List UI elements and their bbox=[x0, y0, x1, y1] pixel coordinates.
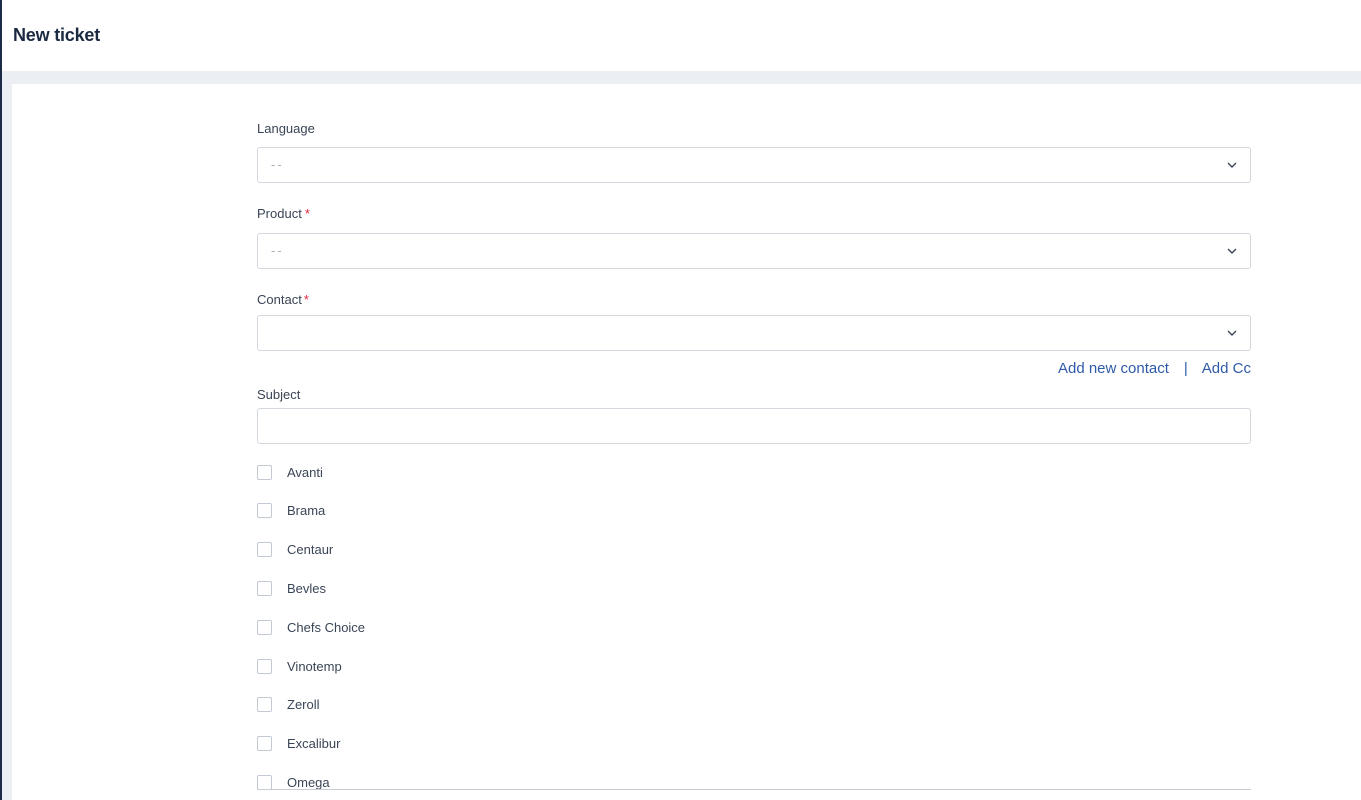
contact-select[interactable] bbox=[257, 315, 1251, 351]
brand-checkbox-row[interactable]: Excalibur bbox=[257, 734, 340, 754]
app-window: New ticket Language -- Product * -- Cont… bbox=[0, 0, 1361, 800]
checkbox[interactable] bbox=[257, 619, 272, 635]
checkbox-label: Excalibur bbox=[287, 736, 341, 752]
brand-checkbox-row[interactable]: Zeroll bbox=[257, 695, 320, 715]
product-select[interactable]: -- bbox=[257, 233, 1251, 269]
checkbox[interactable] bbox=[257, 736, 272, 752]
checkbox-label: Vinotemp bbox=[287, 658, 342, 674]
subject-label-text: Subject bbox=[257, 387, 301, 402]
checkbox-label: Brama bbox=[287, 503, 326, 519]
product-label-text: Product bbox=[257, 206, 302, 221]
brand-checkbox-row[interactable]: Centaur bbox=[257, 540, 333, 560]
add-cc-link[interactable]: Add Cc bbox=[1202, 360, 1251, 377]
required-mark: * bbox=[304, 206, 310, 221]
checkbox-label: Centaur bbox=[287, 542, 334, 558]
subject-label: Subject bbox=[257, 387, 300, 402]
checkbox[interactable] bbox=[257, 580, 272, 596]
language-select-value: -- bbox=[271, 157, 284, 172]
checkbox-label: Bevles bbox=[287, 580, 327, 596]
checkbox-label: Avanti bbox=[287, 464, 323, 480]
language-label-text: Language bbox=[257, 121, 315, 136]
brand-checkbox-row[interactable]: Vinotemp bbox=[257, 656, 342, 676]
checkbox[interactable] bbox=[257, 658, 272, 674]
checkbox[interactable] bbox=[257, 503, 272, 519]
brand-checkbox-row[interactable]: Chefs Choice bbox=[257, 617, 365, 637]
contact-label: Contact * bbox=[257, 292, 309, 307]
checkbox[interactable] bbox=[257, 697, 272, 713]
chevron-down-icon bbox=[1227, 330, 1237, 336]
page-header: New ticket bbox=[2, 0, 1361, 71]
brand-checkbox-row[interactable]: Bevles bbox=[257, 578, 326, 598]
add-new-contact-link[interactable]: Add new contact bbox=[1058, 360, 1169, 377]
language-select[interactable]: -- bbox=[257, 147, 1251, 183]
page-title: New ticket bbox=[13, 25, 101, 45]
checkbox[interactable] bbox=[257, 464, 272, 480]
checkbox-label: Zeroll bbox=[287, 697, 320, 713]
contact-label-text: Contact bbox=[257, 292, 302, 307]
form-panel: Language -- Product * -- Contact * Add n… bbox=[12, 84, 1361, 800]
product-select-value: -- bbox=[271, 243, 284, 258]
chevron-down-icon bbox=[1227, 248, 1237, 254]
required-mark: * bbox=[303, 292, 309, 307]
brand-checkbox-row[interactable]: Avanti bbox=[257, 462, 323, 482]
subject-input[interactable] bbox=[257, 408, 1251, 444]
checkbox-label: Omega bbox=[287, 774, 330, 790]
contact-links: Add new contact | Add Cc bbox=[1058, 360, 1251, 377]
divider bbox=[257, 789, 1251, 790]
product-label: Product * bbox=[257, 206, 310, 221]
checkbox[interactable] bbox=[257, 542, 272, 558]
brand-checkbox-row[interactable]: Brama bbox=[257, 501, 325, 521]
checkbox[interactable] bbox=[257, 774, 272, 790]
checkbox-label: Chefs Choice bbox=[287, 619, 366, 635]
link-separator: | bbox=[1183, 360, 1188, 377]
language-label: Language bbox=[257, 121, 315, 136]
chevron-down-icon bbox=[1227, 162, 1237, 168]
